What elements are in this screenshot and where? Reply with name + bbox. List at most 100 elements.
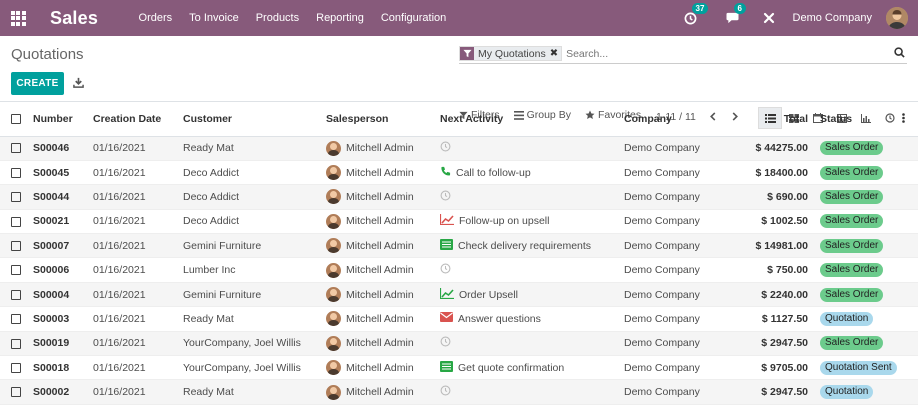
- table-row[interactable]: S00002 01/16/2021 Ready Mat Mitchell Admin D…: [0, 379, 918, 405]
- clock-icon[interactable]: [440, 385, 451, 399]
- download-icon[interactable]: [73, 77, 85, 89]
- cell-creation-date: 01/16/2021: [93, 306, 183, 332]
- row-checkbox[interactable]: [11, 338, 21, 349]
- table-row[interactable]: S00006 01/16/2021 Lumber Inc Mitchell Admin…: [0, 257, 918, 283]
- table-row[interactable]: S00045 01/16/2021 Deco Addict Mitchell Admi…: [0, 160, 918, 186]
- header-status[interactable]: Status: [814, 103, 902, 137]
- clock-icon[interactable]: [440, 336, 451, 350]
- cell-total: $ 14981.00: [744, 233, 814, 259]
- cell-creation-date: 01/16/2021: [93, 233, 183, 259]
- row-checkbox[interactable]: [11, 240, 21, 251]
- create-button[interactable]: CREATE: [11, 72, 64, 95]
- cell-next-activity[interactable]: Call to follow-up: [456, 167, 531, 179]
- cell-number[interactable]: S00018: [33, 355, 93, 381]
- cell-number[interactable]: S00004: [33, 282, 93, 308]
- cell-next-activity[interactable]: Get quote confirmation: [458, 362, 564, 374]
- table-row[interactable]: S00004 01/16/2021 Gemini Furniture Mitchell…: [0, 282, 918, 308]
- company-switcher[interactable]: Demo Company: [793, 12, 872, 24]
- messages-icon[interactable]: 6: [725, 3, 746, 26]
- phone-icon[interactable]: [440, 166, 451, 180]
- cell-salesperson: Mitchell Admin: [346, 190, 414, 203]
- app-name[interactable]: Sales: [50, 8, 98, 29]
- cell-creation-date: 01/16/2021: [93, 136, 183, 161]
- header-salesperson[interactable]: Salesperson: [326, 103, 440, 137]
- row-checkbox[interactable]: [11, 362, 21, 373]
- menu-orders[interactable]: Orders: [130, 12, 181, 24]
- cell-number[interactable]: S00021: [33, 209, 93, 235]
- cell-number[interactable]: S00003: [33, 306, 93, 332]
- cell-customer: Ready Mat: [183, 306, 326, 332]
- search-input[interactable]: [566, 47, 907, 60]
- cell-customer: Ready Mat: [183, 379, 326, 405]
- upsell-icon[interactable]: [439, 214, 454, 228]
- cell-next-activity[interactable]: Answer questions: [458, 313, 541, 325]
- row-checkbox[interactable]: [11, 265, 21, 276]
- row-checkbox[interactable]: [11, 289, 21, 300]
- cell-salesperson: Mitchell Admin: [346, 361, 414, 374]
- clock-icon[interactable]: [440, 141, 451, 155]
- row-checkbox[interactable]: [11, 143, 21, 154]
- cell-number[interactable]: S00046: [33, 136, 93, 161]
- search-bar: My Quotations ✖: [459, 44, 907, 64]
- table-row[interactable]: S00019 01/16/2021 YourCompany, Joel Willis…: [0, 331, 918, 357]
- menu-to-invoice[interactable]: To Invoice: [181, 12, 248, 24]
- table-row[interactable]: S00046 01/16/2021 Ready Mat Mitchell Admin D…: [0, 136, 918, 161]
- cell-next-activity[interactable]: Follow-up on upsell: [459, 215, 549, 227]
- cell-total: $ 2947.50: [744, 379, 814, 405]
- menu-products[interactable]: Products: [247, 12, 307, 24]
- table-row[interactable]: S00044 01/16/2021 Deco Addict Mitchell Admi…: [0, 184, 918, 210]
- email-icon[interactable]: [440, 312, 453, 325]
- table-row[interactable]: S00003 01/16/2021 Ready Mat Mitchell Admin A…: [0, 306, 918, 332]
- header-customer[interactable]: Customer: [183, 103, 326, 137]
- cell-customer: Deco Addict: [183, 184, 326, 210]
- cell-customer: YourCompany, Joel Willis: [183, 355, 326, 381]
- main-menu: Orders To Invoice Products Reporting Con…: [130, 12, 455, 24]
- cell-number[interactable]: S00045: [33, 160, 93, 186]
- cell-number[interactable]: S00044: [33, 184, 93, 210]
- cell-number[interactable]: S00007: [33, 233, 93, 259]
- cell-next-activity[interactable]: Check delivery requirements: [458, 240, 591, 252]
- row-spacer: [902, 136, 918, 161]
- menu-reporting[interactable]: Reporting: [308, 12, 373, 24]
- row-checkbox[interactable]: [11, 387, 21, 398]
- activity-clock-icon[interactable]: 37: [683, 3, 709, 26]
- table-row[interactable]: S00007 01/16/2021 Gemini Furniture Mitchell…: [0, 233, 918, 259]
- header-company[interactable]: Company: [624, 103, 744, 137]
- list-icon[interactable]: [440, 238, 453, 253]
- optional-columns-icon[interactable]: [902, 103, 918, 137]
- cell-next-activity[interactable]: Order Upsell: [459, 289, 518, 301]
- header-total[interactable]: Total: [744, 103, 814, 137]
- facet-remove-icon[interactable]: ✖: [549, 47, 562, 60]
- select-all-checkbox[interactable]: [11, 114, 21, 125]
- cell-creation-date: 01/16/2021: [93, 209, 183, 235]
- cell-number[interactable]: S00006: [33, 257, 93, 283]
- menu-configuration[interactable]: Configuration: [372, 12, 454, 24]
- status-badge: Sales Order: [820, 189, 884, 204]
- messages-count-badge: 6: [733, 3, 746, 14]
- header-next-activity[interactable]: Next Activity: [440, 103, 624, 137]
- row-checkbox[interactable]: [11, 192, 21, 203]
- header-creation-date[interactable]: Creation Date: [93, 103, 183, 137]
- search-icon[interactable]: [894, 47, 905, 61]
- top-navbar: Sales Orders To Invoice Products Reporti…: [0, 0, 918, 36]
- clock-icon[interactable]: [440, 190, 451, 204]
- tools-icon[interactable]: [761, 10, 777, 26]
- trend-icon[interactable]: [439, 287, 454, 302]
- clock-icon[interactable]: [440, 263, 451, 277]
- row-spacer: [902, 306, 918, 332]
- header-number[interactable]: Number: [33, 103, 93, 137]
- table-row[interactable]: S00018 01/16/2021 YourCompany, Joel Willis…: [0, 355, 918, 381]
- row-checkbox[interactable]: [11, 216, 21, 227]
- cell-number[interactable]: S00002: [33, 379, 93, 405]
- row-checkbox[interactable]: [11, 314, 21, 325]
- apps-menu-icon[interactable]: [0, 0, 36, 36]
- cell-customer: Deco Addict: [183, 160, 326, 186]
- table-row[interactable]: S00021 01/16/2021 Deco Addict Mitchell Admi…: [0, 209, 918, 235]
- row-checkbox[interactable]: [11, 167, 21, 178]
- cell-number[interactable]: S00019: [33, 331, 93, 357]
- list-icon[interactable]: [440, 360, 453, 375]
- cell-total: $ 690.00: [744, 184, 814, 210]
- user-avatar[interactable]: [886, 7, 908, 29]
- cell-company: Demo Company: [624, 233, 744, 259]
- activity-count-badge: 37: [691, 3, 709, 14]
